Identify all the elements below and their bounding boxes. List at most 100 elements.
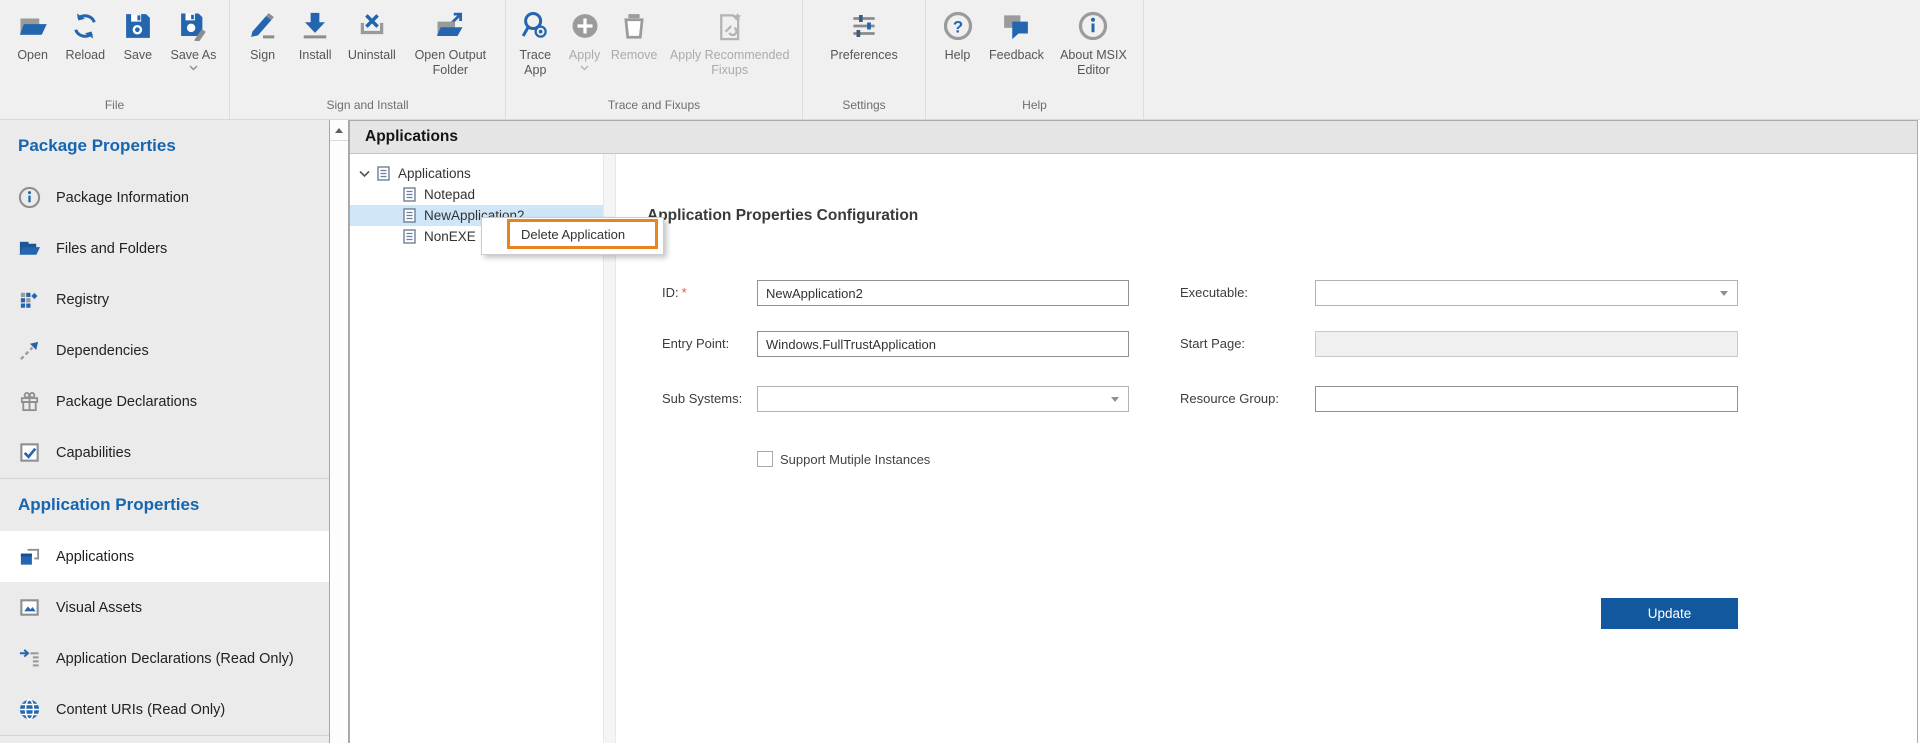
app-window-icon bbox=[17, 545, 41, 569]
globe-icon bbox=[17, 698, 41, 722]
dropdown-chevron-icon bbox=[189, 65, 198, 71]
tree-node-label: Notepad bbox=[424, 187, 476, 202]
sign-button[interactable]: Sign bbox=[241, 7, 285, 63]
image-icon bbox=[17, 596, 41, 620]
ribbon-group-sign-and-install: Sign Install Uninstall Open Output Folde… bbox=[230, 0, 506, 119]
install-button[interactable]: Install bbox=[293, 7, 337, 63]
install-button-label: Install bbox=[298, 48, 332, 62]
uninstall-button-label: Uninstall bbox=[347, 48, 396, 62]
remove-button[interactable]: Remove bbox=[609, 7, 660, 63]
arrow-list-icon bbox=[17, 647, 41, 671]
dependencies-arrow-icon bbox=[17, 339, 41, 363]
apply-button-label: Apply bbox=[568, 48, 601, 62]
main-panel: Applications Applications Notepad NewApp… bbox=[349, 120, 1918, 743]
support-multiple-instances-label: Support Mutiple Instances bbox=[780, 451, 931, 467]
tree-root-applications[interactable]: Applications bbox=[350, 163, 603, 184]
form-heading: Application Properties Configuration bbox=[647, 207, 919, 224]
id-label-text: ID: bbox=[662, 285, 679, 300]
sidebar-item-registry[interactable]: Registry bbox=[0, 274, 330, 325]
save-button[interactable]: Save bbox=[116, 7, 160, 63]
about-msix-editor-button[interactable]: About MSIX Editor bbox=[1053, 7, 1133, 78]
sidebar-scrollbar[interactable] bbox=[329, 120, 349, 743]
open-button-label: Open bbox=[17, 48, 48, 62]
sidebar-item-package-information[interactable]: Package Information bbox=[0, 172, 330, 223]
uninstall-button[interactable]: Uninstall bbox=[346, 7, 398, 63]
id-field-label: ID: * bbox=[662, 280, 687, 306]
trace-app-icon bbox=[520, 7, 550, 45]
main-panel-header: Applications bbox=[350, 121, 1917, 154]
entry-point-field-label: Entry Point: bbox=[662, 336, 730, 351]
sidebar-item-dependencies[interactable]: Dependencies bbox=[0, 325, 330, 376]
save-button-label: Save bbox=[123, 48, 153, 62]
chevron-down-icon[interactable] bbox=[359, 170, 371, 178]
ribbon-group-help: ? Help Feedback About MSIX Editor Help bbox=[926, 0, 1144, 119]
save-as-button[interactable]: Save As bbox=[169, 7, 219, 71]
save-as-icon bbox=[178, 7, 208, 45]
sidebar-item-application-declarations[interactable]: Application Declarations (Read Only) bbox=[0, 633, 330, 684]
tree-node-label: Applications bbox=[398, 166, 471, 181]
entry-point-input[interactable] bbox=[757, 331, 1129, 357]
folder-icon bbox=[17, 237, 41, 261]
preferences-sliders-icon bbox=[849, 7, 879, 45]
id-input[interactable] bbox=[757, 280, 1129, 306]
apply-button[interactable]: Apply bbox=[563, 7, 607, 71]
sub-systems-field-label: Sub Systems: bbox=[662, 391, 743, 406]
help-button[interactable]: ? Help bbox=[936, 7, 980, 63]
support-multiple-instances-row: Support Mutiple Instances bbox=[757, 451, 930, 467]
ribbon-group-label-trace-and-fixups: Trace and Fixups bbox=[607, 98, 701, 112]
sidebar-item-label: Capabilities bbox=[56, 444, 131, 461]
sidebar-item-content-uris[interactable]: Content URIs (Read Only) bbox=[0, 684, 330, 735]
about-msix-editor-label: About MSIX Editor bbox=[1060, 48, 1127, 77]
resource-group-input[interactable] bbox=[1315, 386, 1738, 412]
open-output-folder-label: Open Output Folder bbox=[414, 48, 487, 77]
update-button[interactable]: Update bbox=[1601, 598, 1738, 629]
sub-systems-combobox[interactable] bbox=[757, 386, 1129, 412]
start-page-input bbox=[1315, 331, 1738, 357]
ribbon-group-trace-and-fixups: Trace App Apply Remove Apply Recommended… bbox=[506, 0, 803, 119]
delete-application-menu-item[interactable]: Delete Application bbox=[507, 219, 658, 249]
sidebar-item-visual-assets[interactable]: Visual Assets bbox=[0, 582, 330, 633]
open-output-folder-icon bbox=[435, 7, 465, 45]
executable-combobox[interactable] bbox=[1315, 280, 1738, 306]
sidebar-item-label: Content URIs (Read Only) bbox=[56, 701, 226, 718]
start-page-field-label: Start Page: bbox=[1180, 336, 1246, 351]
install-icon bbox=[300, 7, 330, 45]
about-info-icon bbox=[1078, 7, 1108, 45]
open-output-folder-button[interactable]: Open Output Folder bbox=[406, 7, 494, 78]
info-icon bbox=[17, 186, 41, 210]
trace-app-button-label: Trace App bbox=[519, 48, 552, 77]
open-button[interactable]: Open bbox=[11, 7, 55, 63]
navigation-sidebar: Package Properties Package Information F… bbox=[0, 120, 330, 743]
tree-item-notepad[interactable]: Notepad bbox=[350, 184, 603, 205]
sidebar-item-label: Registry bbox=[56, 291, 110, 308]
gift-icon bbox=[17, 390, 41, 414]
sidebar-item-files-and-folders[interactable]: Files and Folders bbox=[0, 223, 330, 274]
trace-app-button[interactable]: Trace App bbox=[510, 7, 560, 78]
reload-button-label: Reload bbox=[65, 48, 106, 62]
sign-button-label: Sign bbox=[250, 48, 276, 62]
sidebar-item-label: Applications bbox=[56, 548, 135, 565]
document-icon bbox=[377, 166, 390, 181]
package-properties-heading: Package Properties bbox=[18, 136, 176, 155]
fixups-page-wrench-icon bbox=[715, 7, 745, 45]
combo-dropdown-arrow-icon bbox=[1720, 290, 1728, 296]
feedback-button[interactable]: Feedback bbox=[987, 7, 1046, 63]
scrollbar-up-button[interactable] bbox=[330, 120, 348, 141]
svg-text:?: ? bbox=[952, 17, 962, 36]
remove-button-label: Remove bbox=[610, 48, 658, 62]
remove-trash-icon bbox=[619, 7, 649, 45]
support-multiple-instances-checkbox[interactable] bbox=[757, 451, 773, 467]
ribbon-group-settings: Preferences Settings bbox=[803, 0, 926, 119]
msix-editor-window: Open Reload Save Save As File Sign Insta… bbox=[0, 0, 1920, 743]
feedback-chat-icon bbox=[1001, 7, 1031, 45]
sidebar-item-package-declarations[interactable]: Package Declarations bbox=[0, 376, 330, 427]
sidebar-item-applications[interactable]: Applications bbox=[0, 531, 330, 582]
preferences-button[interactable]: Preferences bbox=[828, 7, 899, 63]
sidebar-item-capabilities[interactable]: Capabilities bbox=[0, 427, 330, 478]
sidebar-item-label: Files and Folders bbox=[56, 240, 168, 257]
open-folder-icon bbox=[18, 7, 48, 45]
reload-button[interactable]: Reload bbox=[63, 7, 107, 63]
ribbon-group-file: Open Reload Save Save As File bbox=[0, 0, 230, 119]
apply-recommended-fixups-button[interactable]: Apply Recommended Fixups bbox=[662, 7, 798, 78]
tree-node-label: NonEXE bbox=[424, 229, 476, 244]
